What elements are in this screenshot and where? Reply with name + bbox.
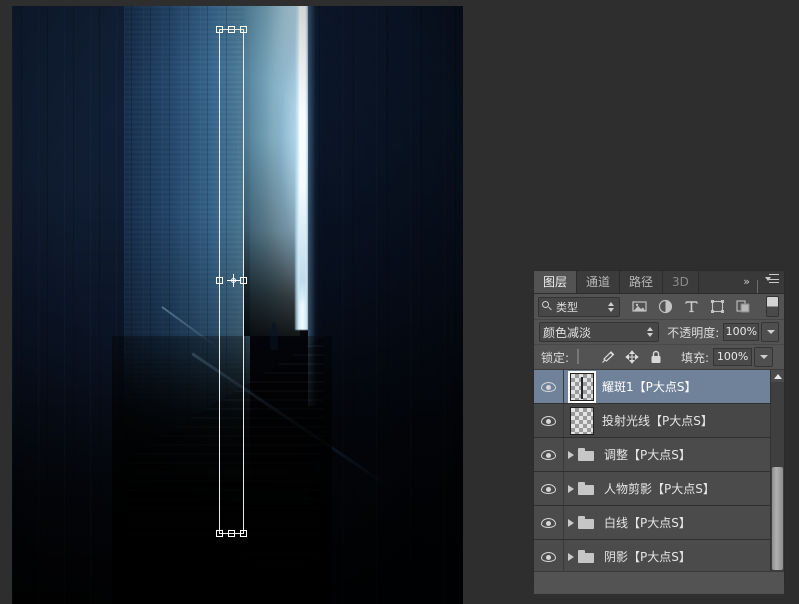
panel-tab-bar[interactable]: 图层 通道 路径 3D » xyxy=(534,271,784,294)
layer-filter-row[interactable]: 类型 xyxy=(534,294,784,320)
blend-opacity-row[interactable]: 颜色减淡 不透明度: 100% xyxy=(534,320,784,345)
filter-type-icons[interactable] xyxy=(632,299,766,314)
opacity-dropdown-icon[interactable] xyxy=(761,322,779,342)
chevron-right-icon[interactable] xyxy=(564,553,578,561)
layers-panel[interactable]: 图层 通道 路径 3D » 类型 颜色减淡 不透明度: 100% 锁定: 填充:… xyxy=(533,270,785,594)
transform-handle-bottom-left[interactable] xyxy=(216,530,223,537)
fill-dropdown-icon[interactable] xyxy=(754,347,774,367)
lock-transparency-icon[interactable] xyxy=(577,349,591,364)
tab-channels[interactable]: 通道 xyxy=(577,271,621,293)
filter-enable-toggle[interactable] xyxy=(766,296,779,317)
reference-point-ring-icon xyxy=(231,278,236,283)
lock-position-icon[interactable] xyxy=(625,350,639,364)
type-layer-icon[interactable] xyxy=(684,299,699,314)
layer-name[interactable]: 耀斑1【P大点S】 xyxy=(602,378,697,395)
scrollbar-thumb[interactable] xyxy=(772,467,783,570)
eye-icon xyxy=(541,551,556,562)
collapse-panel-icon[interactable]: » xyxy=(739,271,754,293)
transform-handle-bottom-right[interactable] xyxy=(240,530,247,537)
eye-icon xyxy=(541,449,556,460)
layer-visibility-toggle[interactable] xyxy=(534,506,564,539)
photoshop-window: 图层 通道 路径 3D » 类型 颜色减淡 不透明度: 100% 锁定: 填充:… xyxy=(0,0,799,604)
pixel-layer-icon[interactable] xyxy=(632,299,647,314)
search-icon xyxy=(542,301,553,312)
chevron-updown-icon[interactable] xyxy=(646,326,655,338)
scroll-up-icon[interactable] xyxy=(771,370,784,382)
opacity-input[interactable]: 100% xyxy=(723,323,760,341)
layer-row-flare-1[interactable]: 耀斑1【P大点S】 xyxy=(534,370,784,404)
lock-image-icon[interactable] xyxy=(601,350,615,364)
folder-icon xyxy=(578,516,594,529)
layer-row-group-figure[interactable]: 人物剪影【P大点S】 xyxy=(534,472,784,506)
layers-list[interactable]: 耀斑1【P大点S】 投射光线【P大点S】 调整【P大点S】 人物剪影【P大点S】 xyxy=(534,370,784,571)
layer-name[interactable]: 调整【P大点S】 xyxy=(604,446,691,463)
layer-name[interactable]: 投射光线【P大点S】 xyxy=(602,412,713,429)
eye-icon xyxy=(541,517,556,528)
folder-icon xyxy=(578,448,594,461)
layer-name[interactable]: 人物剪影【P大点S】 xyxy=(604,480,715,497)
shape-layer-icon[interactable] xyxy=(710,299,725,314)
layer-visibility-toggle[interactable] xyxy=(534,472,564,505)
layer-name[interactable]: 白线【P大点S】 xyxy=(604,514,691,531)
adjustment-layer-icon[interactable] xyxy=(658,299,673,314)
transform-handle-top-left[interactable] xyxy=(216,26,223,33)
transform-handle-top-right[interactable] xyxy=(240,26,247,33)
eye-icon xyxy=(541,415,556,426)
panel-menu-icon[interactable] xyxy=(761,271,784,293)
filter-type-select[interactable]: 类型 xyxy=(538,296,620,317)
tab-paths[interactable]: 路径 xyxy=(620,271,664,293)
layer-row-group-shadow[interactable]: 阴影【P大点S】 xyxy=(534,540,784,571)
blend-mode-value: 颜色减淡 xyxy=(543,325,592,340)
chevron-right-icon[interactable] xyxy=(564,519,578,527)
folder-icon xyxy=(578,550,594,563)
lock-fill-row[interactable]: 锁定: 填充: 100% xyxy=(534,345,784,370)
tab-bar-divider xyxy=(757,280,758,293)
blend-mode-select[interactable]: 颜色减淡 xyxy=(539,322,660,342)
eye-icon xyxy=(541,483,556,494)
transform-handle-middle-right[interactable] xyxy=(240,277,247,284)
lock-all-icon[interactable] xyxy=(649,350,663,364)
folder-icon xyxy=(578,482,594,495)
layer-visibility-toggle[interactable] xyxy=(534,370,564,403)
layer-row-group-whiteline[interactable]: 白线【P大点S】 xyxy=(534,506,784,540)
layer-thumbnail[interactable] xyxy=(568,370,596,403)
smart-object-icon[interactable] xyxy=(736,299,751,314)
layer-visibility-toggle[interactable] xyxy=(534,404,564,437)
layer-name[interactable]: 阴影【P大点S】 xyxy=(604,548,691,565)
filter-type-label: 类型 xyxy=(556,300,578,314)
layers-scrollbar[interactable] xyxy=(770,370,784,571)
free-transform-box[interactable] xyxy=(209,22,253,540)
eye-icon xyxy=(541,381,556,392)
transform-handle-middle-left[interactable] xyxy=(216,277,223,284)
fill-label: 填充: xyxy=(681,350,710,365)
transform-handle-top-center[interactable] xyxy=(228,26,235,33)
tab-layers[interactable]: 图层 xyxy=(534,271,578,293)
layer-visibility-toggle[interactable] xyxy=(534,438,564,471)
fill-input[interactable]: 100% xyxy=(713,348,753,366)
chevron-updown-icon[interactable] xyxy=(607,301,616,313)
lock-label: 锁定: xyxy=(541,350,570,365)
layer-row-light-rays[interactable]: 投射光线【P大点S】 xyxy=(534,404,784,438)
transform-handle-bottom-center[interactable] xyxy=(228,530,235,537)
layer-row-group-adjust[interactable]: 调整【P大点S】 xyxy=(534,438,784,472)
layers-panel-footer[interactable] xyxy=(534,571,784,594)
opacity-label: 不透明度: xyxy=(667,325,720,340)
layer-thumbnail[interactable] xyxy=(570,406,594,435)
chevron-right-icon[interactable] xyxy=(564,451,578,459)
layer-visibility-toggle[interactable] xyxy=(534,540,564,571)
chevron-right-icon[interactable] xyxy=(564,485,578,493)
lock-icon-group[interactable] xyxy=(577,349,663,364)
tab-3d[interactable]: 3D xyxy=(663,271,699,293)
